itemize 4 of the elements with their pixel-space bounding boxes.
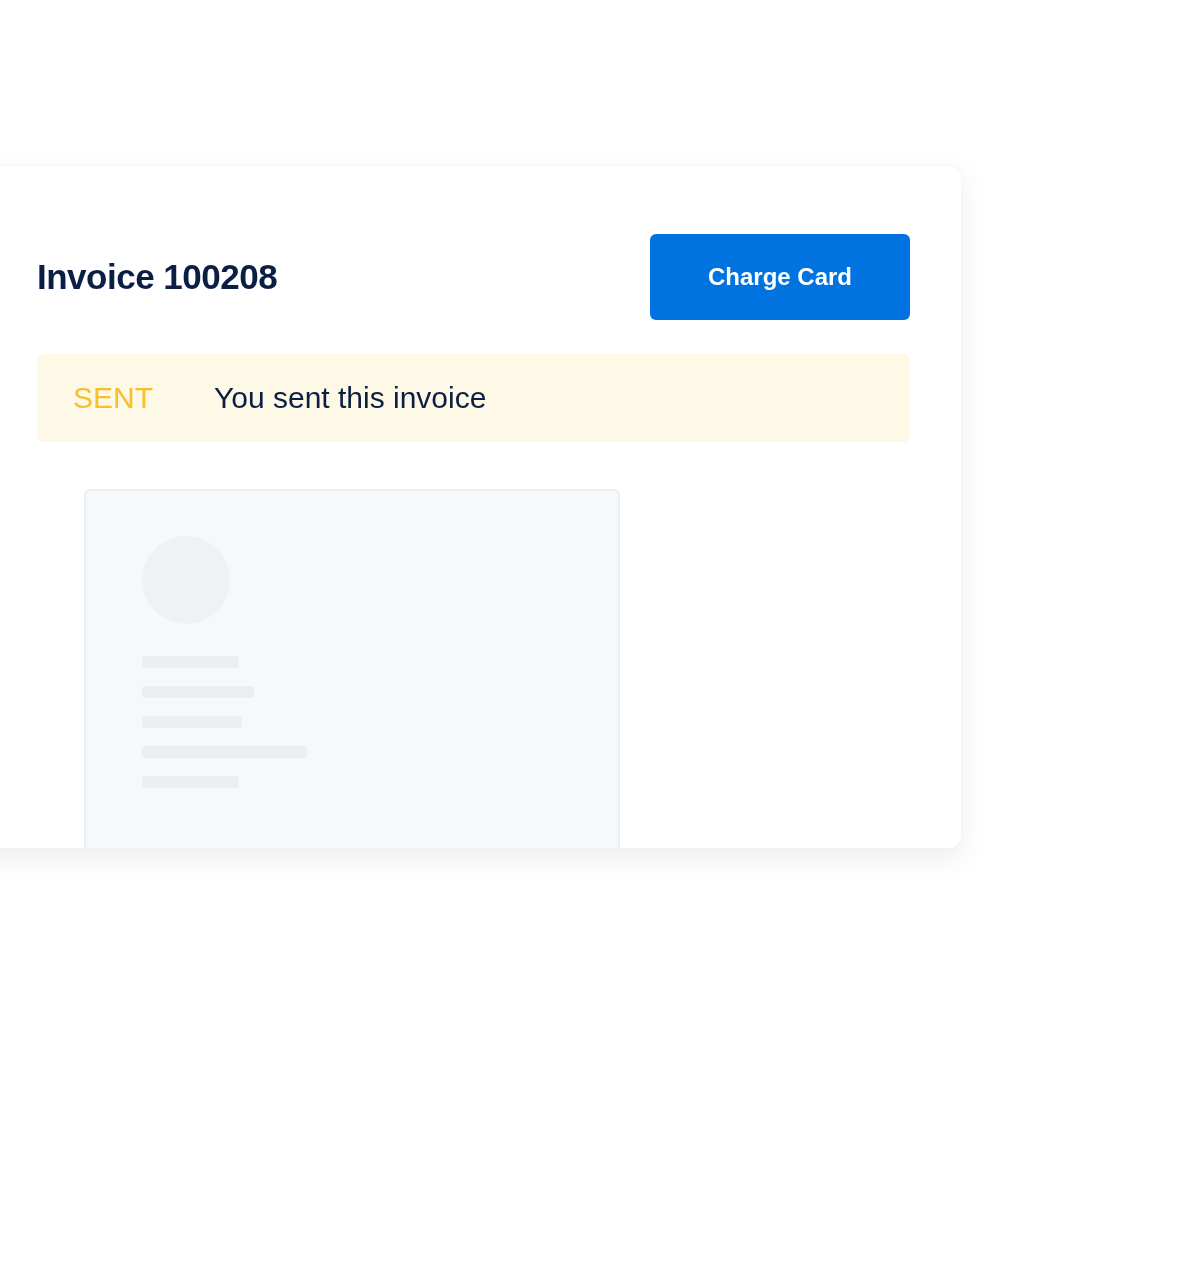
invoice-title: Invoice 100208 [37, 257, 278, 297]
charge-card-button[interactable]: Charge Card [650, 234, 910, 320]
status-label: SENT [73, 381, 154, 415]
status-message: You sent this invoice [214, 381, 487, 415]
